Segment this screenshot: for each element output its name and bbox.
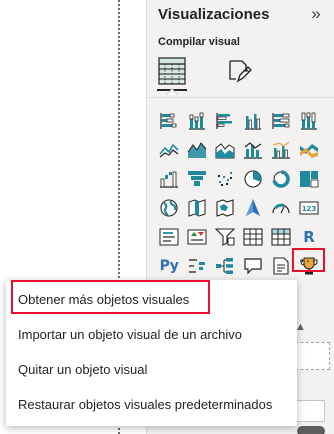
python-visual-button[interactable]: Py bbox=[156, 253, 182, 279]
ribbon-chart-button[interactable] bbox=[296, 137, 322, 163]
filled-map-icon bbox=[188, 199, 206, 217]
format-visual-tab[interactable] bbox=[223, 55, 255, 87]
azure-map-button[interactable] bbox=[240, 195, 266, 221]
100-stacked-bar-chart-button[interactable] bbox=[268, 108, 294, 134]
waterfall-chart-button[interactable] bbox=[156, 166, 182, 192]
build-visual-label: Compilar visual bbox=[158, 36, 240, 48]
more-visuals-button[interactable]: ··· bbox=[292, 248, 325, 272]
slicer-icon bbox=[214, 228, 236, 246]
map-button[interactable] bbox=[156, 195, 182, 221]
clustered-column-chart-icon bbox=[245, 114, 261, 130]
table-grid-icon bbox=[158, 57, 186, 85]
card-value: 123 bbox=[302, 205, 317, 213]
clustered-column-chart-button[interactable] bbox=[240, 108, 266, 134]
treemap-icon bbox=[300, 171, 319, 188]
shape-map-icon bbox=[216, 199, 234, 217]
smart-narrative-icon bbox=[273, 257, 289, 275]
azure-map-icon bbox=[246, 199, 260, 216]
line-and-column-chart-button[interactable] bbox=[240, 137, 266, 163]
ribbon-chart-icon bbox=[300, 144, 318, 158]
build-visual-tab[interactable] bbox=[156, 55, 188, 87]
area-chart-icon bbox=[187, 142, 207, 158]
100-stacked-bar-chart-icon bbox=[272, 113, 290, 129]
menu-item-label: Importar un objeto visual de un archivo bbox=[18, 326, 243, 342]
funnel-chart-icon bbox=[188, 171, 206, 186]
scatter-chart-button[interactable] bbox=[212, 166, 238, 192]
gauge-button[interactable] bbox=[268, 195, 294, 221]
line-chart-button[interactable] bbox=[156, 137, 182, 163]
key-influencers-icon bbox=[189, 259, 205, 273]
decomposition-tree-icon bbox=[216, 258, 233, 274]
globe-map-icon bbox=[160, 199, 178, 217]
ellipsis-icon: ··· bbox=[300, 252, 317, 268]
matrix-button[interactable] bbox=[268, 224, 294, 250]
line-and-column-chart-icon bbox=[244, 142, 262, 159]
r-script-icon: R bbox=[303, 228, 315, 246]
menu-item-label: Quitar un objeto visual bbox=[18, 361, 148, 377]
key-influencers-button[interactable] bbox=[184, 253, 210, 279]
pane-title: Visualizaciones bbox=[158, 6, 270, 23]
scatter-chart-icon bbox=[218, 172, 232, 186]
card-icon: 123 bbox=[299, 201, 319, 215]
table-button[interactable] bbox=[240, 224, 266, 250]
toggle-switch[interactable] bbox=[297, 426, 325, 434]
stacked-area-chart-icon bbox=[215, 143, 235, 159]
waterfall-chart-icon bbox=[160, 171, 178, 188]
stacked-area-chart-button[interactable] bbox=[212, 137, 238, 163]
table-icon bbox=[243, 228, 263, 246]
kpi-button[interactable] bbox=[184, 224, 210, 250]
shape-map-button[interactable] bbox=[212, 195, 238, 221]
treemap-button[interactable] bbox=[296, 166, 322, 192]
collapse-pane-button[interactable]: » bbox=[305, 4, 327, 26]
chevron-double-right-icon: » bbox=[311, 4, 321, 23]
speech-bubble-icon bbox=[244, 258, 262, 275]
multi-row-card-button[interactable] bbox=[156, 224, 182, 250]
clustered-bar-chart-button[interactable] bbox=[212, 108, 238, 134]
donut-chart-button[interactable] bbox=[268, 166, 294, 192]
funnel-chart-button[interactable] bbox=[184, 166, 210, 192]
area-chart-button[interactable] bbox=[184, 137, 210, 163]
100-stacked-column-chart-icon bbox=[301, 112, 317, 130]
field-drop-zone[interactable] bbox=[295, 342, 330, 370]
stacked-bar-chart-button[interactable] bbox=[156, 108, 182, 134]
pie-chart-button[interactable] bbox=[240, 166, 266, 192]
gauge-icon bbox=[272, 203, 290, 214]
menu-item-import-visual-from-file[interactable]: Importar un objeto visual de un archivo bbox=[6, 317, 297, 351]
line-chart-icon bbox=[159, 143, 179, 158]
qa-button[interactable] bbox=[240, 253, 266, 279]
tab-pointer-caret bbox=[166, 88, 178, 95]
100-stacked-column-chart-button[interactable] bbox=[296, 108, 322, 134]
slicer-button[interactable] bbox=[212, 224, 238, 250]
line-and-clustered-column-chart-button[interactable] bbox=[268, 137, 294, 163]
filled-map-button[interactable] bbox=[184, 195, 210, 221]
menu-item-remove-visual[interactable]: Quitar un objeto visual bbox=[6, 352, 297, 386]
paintbrush-icon bbox=[229, 60, 252, 83]
menu-item-label: Restaurar objetos visuales predeterminad… bbox=[18, 396, 273, 412]
python-icon: Py bbox=[159, 258, 179, 274]
field-input[interactable] bbox=[295, 400, 325, 422]
stacked-column-chart-icon bbox=[189, 112, 205, 130]
clustered-bar-chart-icon bbox=[216, 113, 232, 129]
decomposition-tree-button[interactable] bbox=[212, 253, 238, 279]
line-and-clustered-column-chart-icon bbox=[272, 141, 290, 159]
pie-chart-icon bbox=[244, 170, 262, 188]
card-button[interactable]: 123 bbox=[296, 195, 322, 221]
menu-item-restore-default-visuals[interactable]: Restaurar objetos visuales predeterminad… bbox=[6, 387, 297, 421]
r-script-visual-button[interactable]: R bbox=[296, 224, 322, 250]
multi-row-card-icon bbox=[159, 228, 179, 246]
kpi-icon bbox=[187, 229, 207, 245]
donut-chart-icon bbox=[272, 170, 290, 188]
matrix-icon bbox=[271, 228, 291, 246]
smart-narrative-button[interactable] bbox=[268, 253, 294, 279]
pane-divider bbox=[147, 97, 334, 98]
stacked-bar-chart-icon bbox=[160, 113, 177, 129]
stacked-column-chart-button[interactable] bbox=[184, 108, 210, 134]
highlight-annotation-box bbox=[11, 280, 210, 314]
